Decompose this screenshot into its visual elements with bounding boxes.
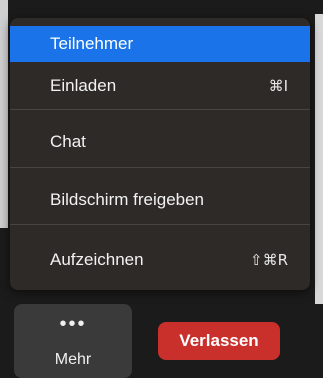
menu-item-label: Chat	[50, 132, 86, 151]
menu-item-label: Einladen	[50, 76, 117, 95]
menu-item-share-screen[interactable]: Bildschirm freigeben	[10, 182, 310, 218]
menu-item-record[interactable]: Aufzeichnen ⇧⌘R	[10, 242, 310, 278]
menu-item-chat[interactable]: Chat	[10, 124, 310, 160]
menu-separator	[10, 109, 310, 110]
menu-item-label: Aufzeichnen	[50, 250, 144, 269]
menu-item-label: Teilnehmer	[50, 34, 134, 53]
more-label: Mehr	[54, 351, 92, 368]
ellipsis-icon: •••	[59, 313, 87, 335]
menu-separator	[10, 167, 310, 168]
more-menu: Teilnehmer Einladen ⌘I Chat Bildschirm f…	[10, 18, 310, 290]
keyboard-shortcut: ⌘I	[268, 77, 288, 95]
menu-item-invite[interactable]: Einladen ⌘I	[10, 68, 310, 104]
menu-item-participants[interactable]: Teilnehmer	[10, 26, 310, 62]
menu-separator	[10, 224, 310, 225]
more-button[interactable]: ••• Mehr	[14, 304, 132, 378]
right-window-edge	[315, 14, 323, 304]
leave-meeting-button[interactable]: Verlassen	[158, 322, 280, 360]
left-window-edge	[0, 0, 8, 228]
menu-item-label: Bildschirm freigeben	[50, 190, 205, 209]
keyboard-shortcut: ⇧⌘R	[250, 251, 288, 269]
